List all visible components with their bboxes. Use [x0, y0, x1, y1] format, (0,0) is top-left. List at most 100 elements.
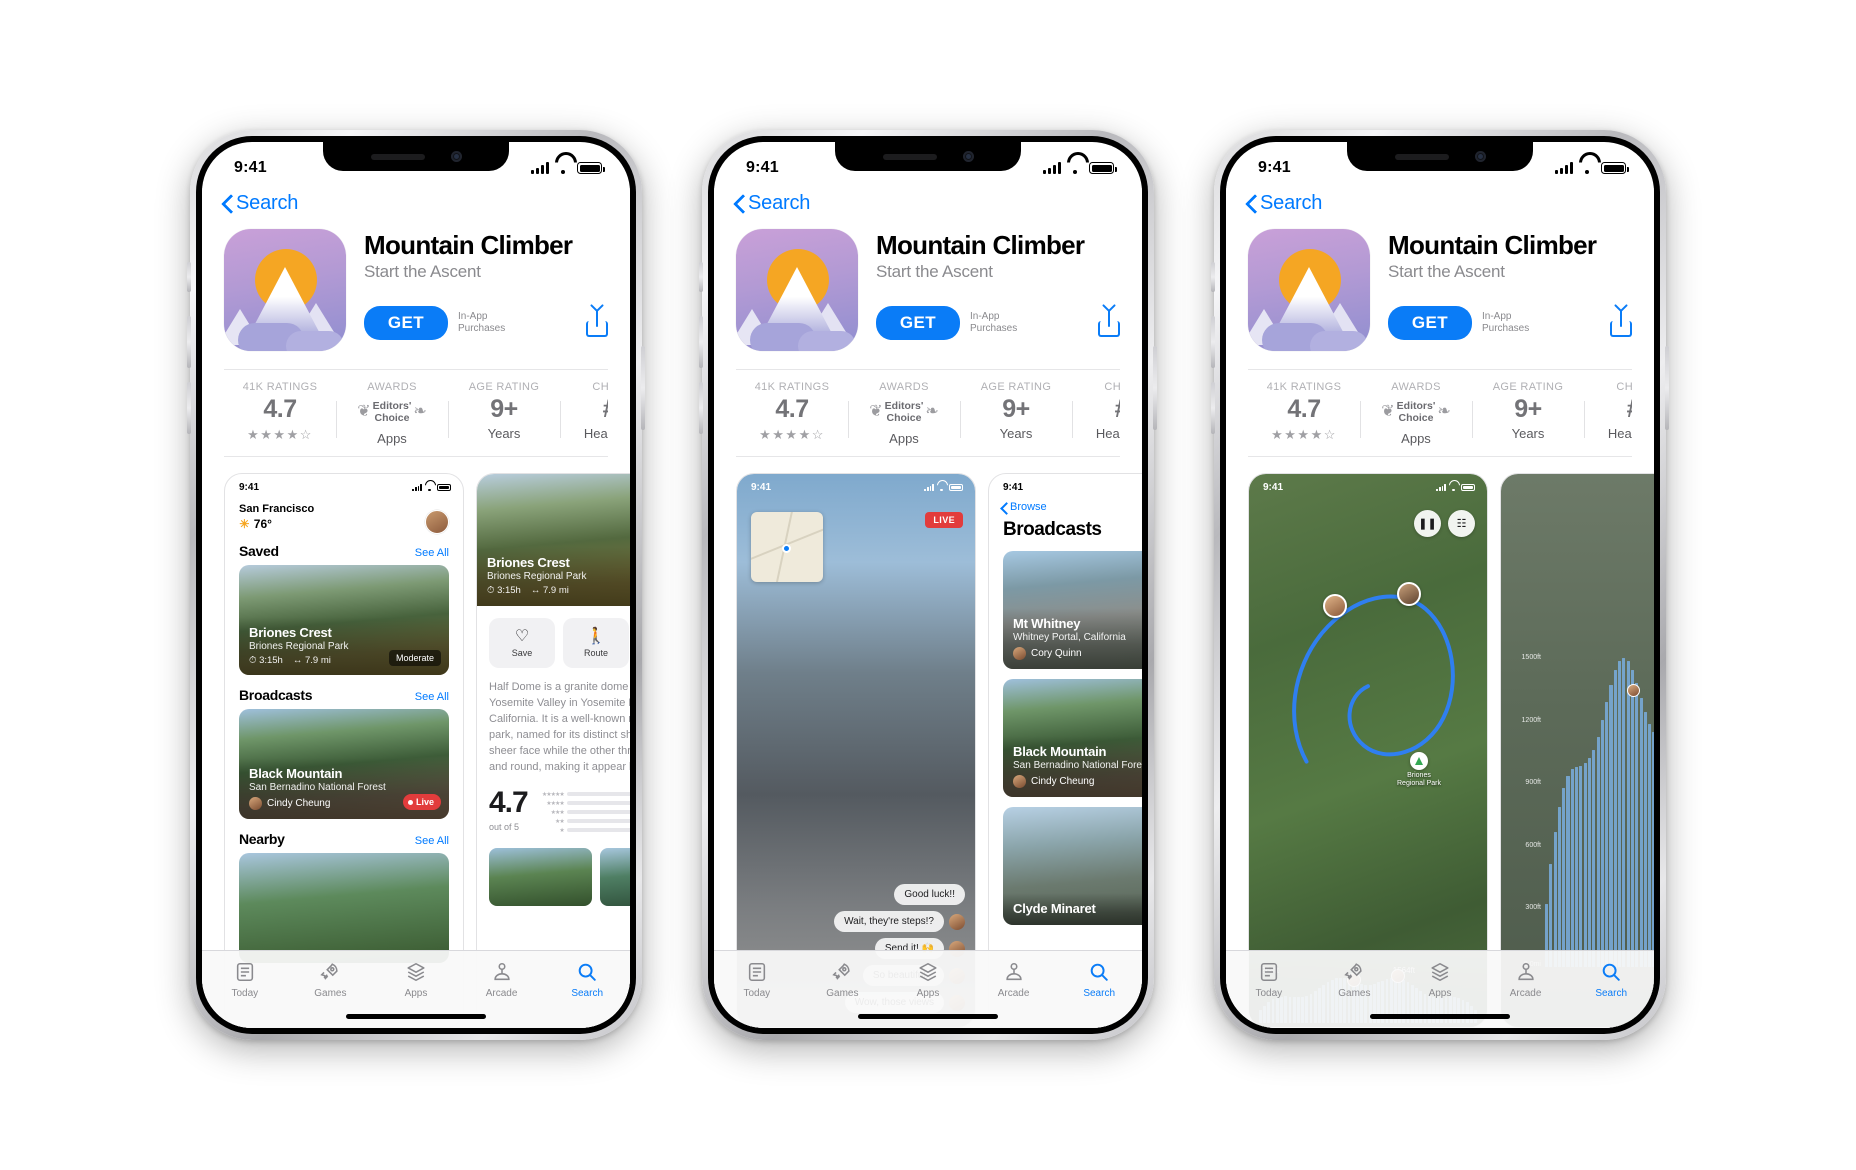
stat-ratings[interactable]: 41K RATINGS 4.7 ★★★★☆ — [736, 381, 848, 446]
see-all-link[interactable]: See All — [415, 835, 449, 847]
map-view[interactable]: 9:41 ❚❚ ☷ Briones Regional Park — [1249, 474, 1487, 1027]
tab-arcade[interactable]: Arcade — [971, 959, 1057, 999]
elevation-bar — [1575, 766, 1579, 967]
elevation-bar — [1609, 684, 1613, 967]
in-app-purchases-label: In-App Purchases — [458, 311, 505, 335]
broadcast-name: Black Mountain — [1013, 744, 1107, 759]
tab-today[interactable]: Today — [714, 959, 800, 999]
home-indicator[interactable] — [858, 1014, 998, 1019]
stat-age-rating[interactable]: AGE RATING 9+ Years — [448, 381, 560, 446]
stat-charts[interactable]: CHARTS #3 Health & Fi — [1584, 381, 1632, 446]
stat-charts[interactable]: CHARTS #3 Health & Fi — [1072, 381, 1120, 446]
screenshot-elevation-chart[interactable]: 1500ft 1200ft 900ft 600ft 300ft 0.0mi — [1500, 473, 1654, 1028]
tab-apps[interactable]: Apps — [885, 959, 971, 999]
earpiece-speaker — [882, 153, 937, 160]
volume-down-button[interactable] — [187, 382, 191, 434]
tab-search[interactable]: Search — [1568, 959, 1654, 999]
screenshot-carousel-3[interactable]: 9:41 ❚❚ ☷ Briones Regional Park 1500ft 1… — [1226, 457, 1654, 1028]
stat-awards[interactable]: AWARDS ❦ Editors' Choice ❧ Apps — [1360, 381, 1472, 446]
stat-ratings[interactable]: 41K RATINGS 4.7 ★★★★☆ — [1248, 381, 1360, 446]
see-all-link[interactable]: See All — [415, 691, 449, 703]
get-button[interactable]: GET — [1388, 306, 1472, 341]
stat-charts[interactable]: CHARTS #3 Health & Fi — [560, 381, 608, 446]
see-all-link[interactable]: See All — [415, 547, 449, 559]
broadcast-card-black-mountain[interactable]: Black Mountain San Bernadino National Fo… — [1003, 679, 1142, 797]
broadcast-card-clyde-minaret[interactable]: Clyde Minaret — [1003, 807, 1142, 925]
volume-up-button[interactable] — [1211, 316, 1215, 368]
back-to-browse-button[interactable]: Browse — [989, 495, 1142, 515]
screenshot-trail-detail[interactable]: Briones Crest Briones Regional Park ⏱ 3:… — [476, 473, 630, 1028]
arcade-joystick-icon — [1003, 959, 1025, 985]
mute-switch[interactable] — [699, 262, 703, 292]
volume-up-button[interactable] — [699, 316, 703, 368]
tab-games[interactable]: Games — [800, 959, 886, 999]
tab-games[interactable]: Games — [288, 959, 374, 999]
stat-awards[interactable]: AWARDS ❦ Editors' Choice ❧ Apps — [336, 381, 448, 446]
mute-switch[interactable] — [187, 262, 191, 292]
app-title: Mountain Climber — [364, 230, 573, 260]
home-indicator[interactable] — [346, 1014, 486, 1019]
power-button[interactable] — [641, 346, 645, 430]
stars-label: ★★★★ — [546, 800, 565, 807]
tab-games[interactable]: Games — [1312, 959, 1398, 999]
mini-map-icon[interactable] — [751, 512, 823, 582]
thumbnail-image[interactable] — [489, 847, 592, 906]
screenshot-carousel-2[interactable]: 9:41 LIVE Good luck!! Wait, they're step… — [714, 457, 1142, 1028]
share-icon[interactable] — [586, 309, 608, 338]
chart-area: 1500ft 1200ft 900ft 600ft 300ft 0.0mi — [1509, 654, 1654, 968]
volume-down-button[interactable] — [1211, 382, 1215, 434]
broadcast-location: San Bernadino National Forest — [1013, 760, 1142, 771]
app-header: Mountain Climber Start the Ascent GET In… — [714, 221, 1142, 351]
back-to-search-button[interactable]: Search — [202, 188, 630, 221]
trail-card-briones-crest[interactable]: Briones Crest Briones Regional Park ⏱ 3:… — [239, 565, 449, 675]
thumbnail-image[interactable] — [600, 847, 630, 906]
back-to-search-button[interactable]: Search — [1226, 188, 1654, 221]
get-button[interactable]: GET — [364, 306, 448, 341]
stat-awards[interactable]: AWARDS ❦ Editors' Choice ❧ Apps — [848, 381, 960, 446]
tab-search[interactable]: Search — [544, 959, 630, 999]
trail-card-black-mountain[interactable]: Black Mountain San Bernadino National Fo… — [239, 709, 449, 819]
save-button[interactable]: ♡ Save — [489, 618, 555, 668]
tab-apps[interactable]: Apps — [1397, 959, 1483, 999]
elevation-bar — [1583, 763, 1587, 967]
screenshot-trail-list[interactable]: 9:41 San Francisco ☀ 76° Saved See All B… — [224, 473, 464, 1028]
tab-arcade[interactable]: Arcade — [1483, 959, 1569, 999]
rating-bar-row: ★★ — [538, 818, 630, 825]
screenshot-broadcasts-list[interactable]: 9:41 Browse Broadcasts Mt Whitney Whitne… — [988, 473, 1142, 1028]
share-icon[interactable] — [1098, 309, 1120, 338]
trail-card-nearby[interactable] — [239, 853, 449, 963]
iap-line-1: In-App — [458, 311, 488, 323]
share-icon[interactable] — [1610, 309, 1632, 338]
broadcast-card-mt-whitney[interactable]: Mt Whitney Whitney Portal, California Co… — [1003, 551, 1142, 669]
mute-switch[interactable] — [1211, 262, 1215, 292]
stat-age-rating[interactable]: AGE RATING 9+ Years — [960, 381, 1072, 446]
screenshot-live-broadcast[interactable]: 9:41 LIVE Good luck!! Wait, they're step… — [736, 473, 976, 1028]
home-indicator[interactable] — [1370, 1014, 1510, 1019]
route-button[interactable]: 🚶 Route — [563, 618, 629, 668]
stat-age-rating[interactable]: AGE RATING 9+ Years — [1472, 381, 1584, 446]
screenshot-route-map[interactable]: 9:41 ❚❚ ☷ Briones Regional Park — [1248, 473, 1488, 1028]
back-to-search-button[interactable]: Search — [714, 188, 1142, 221]
power-button[interactable] — [1153, 346, 1157, 430]
volume-up-button[interactable] — [187, 316, 191, 368]
user-avatar[interactable] — [425, 510, 449, 534]
broadcast-name: Mt Whitney — [1013, 616, 1081, 631]
map-park-pin[interactable]: Briones Regional Park — [1397, 752, 1441, 789]
app-actions: GET In-App Purchases — [876, 306, 1120, 341]
detail-thumbnails[interactable] — [477, 836, 630, 906]
map-hiker-avatar[interactable] — [1323, 594, 1347, 618]
power-button[interactable] — [1665, 346, 1669, 430]
status-time: 9:41 — [746, 159, 779, 176]
volume-down-button[interactable] — [699, 382, 703, 434]
stat-ratings[interactable]: 41K RATINGS 4.7 ★★★★☆ — [224, 381, 336, 446]
get-button[interactable]: GET — [876, 306, 960, 341]
tab-apps[interactable]: Apps — [373, 959, 459, 999]
tab-search[interactable]: Search — [1056, 959, 1142, 999]
tab-arcade[interactable]: Arcade — [459, 959, 545, 999]
map-hiker-avatar[interactable] — [1397, 582, 1421, 606]
tab-today[interactable]: Today — [202, 959, 288, 999]
tab-today[interactable]: Today — [1226, 959, 1312, 999]
screenshot-carousel-1[interactable]: 9:41 San Francisco ☀ 76° Saved See All B… — [202, 457, 630, 1028]
tab-label: Today — [231, 988, 259, 999]
mountain-climber-app-icon — [1248, 229, 1370, 351]
